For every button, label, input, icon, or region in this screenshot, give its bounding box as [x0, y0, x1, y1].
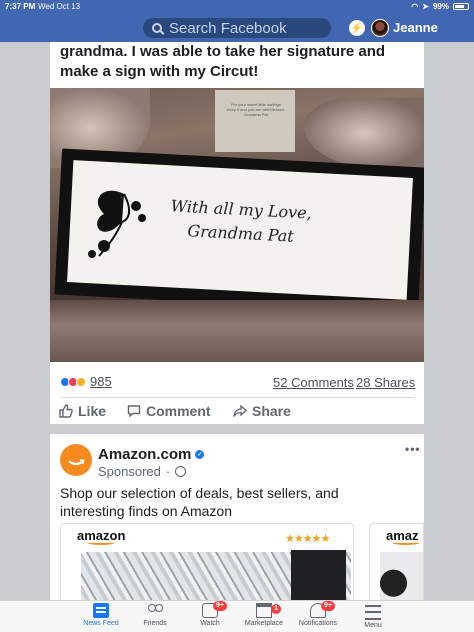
- tab-label: Watch: [200, 620, 220, 627]
- status-right: ◠ ➤ 99%: [411, 2, 469, 11]
- post-text: grandma. I was able to take her signatur…: [60, 43, 386, 80]
- comment-icon: [127, 405, 141, 418]
- status-date: Wed Oct 13: [38, 2, 81, 11]
- bell-icon: 9+: [310, 601, 335, 618]
- reaction-count[interactable]: 985: [90, 374, 112, 389]
- carousel-card[interactable]: amazon ★★★★★: [60, 523, 354, 604]
- bottom-tab-bar: News Feed Friends 9+ Watch 1 Marketplace…: [0, 600, 474, 632]
- share-label: Share: [252, 403, 291, 419]
- advertiser-name[interactable]: Amazon.com ✓: [98, 446, 205, 463]
- comment-button[interactable]: Comment: [127, 403, 211, 419]
- product-image: [380, 552, 423, 603]
- post-photo[interactable]: For your sweet little darlings Keep it a…: [50, 88, 424, 362]
- rating-stars: ★★★★★: [285, 533, 330, 545]
- search-input[interactable]: Search Facebook: [143, 18, 331, 38]
- divider: [60, 397, 414, 398]
- search-placeholder: Search Facebook: [169, 19, 287, 37]
- post-card: grandma. I was able to take her signatur…: [50, 42, 424, 424]
- tab-label: Menu: [364, 622, 382, 629]
- sponsored-label: Sponsored ·: [98, 464, 187, 479]
- tab-label: News Feed: [83, 620, 119, 627]
- carousel-card[interactable]: amaz: [369, 523, 424, 604]
- comment-label: Comment: [146, 403, 211, 419]
- notification-badge: 1: [271, 604, 281, 614]
- sponsored-post-card: Amazon.com ✓ Sponsored · ••• Shop our se…: [50, 434, 424, 604]
- like-button[interactable]: Like: [59, 403, 106, 419]
- search-icon: [152, 23, 162, 33]
- photo-blanket-right: [304, 98, 424, 168]
- tab-menu[interactable]: Menu: [341, 603, 405, 629]
- globe-icon: [175, 466, 187, 477]
- news-feed-icon: [93, 603, 109, 618]
- advertiser-name-text[interactable]: Amazon.com: [98, 446, 191, 463]
- battery-icon: [453, 3, 469, 10]
- comments-count-link[interactable]: 52 Comments: [273, 375, 354, 390]
- friends-icon: [147, 603, 163, 618]
- butterfly-icon: [88, 190, 146, 258]
- watch-icon: 9+: [202, 601, 227, 618]
- ad-text: Shop our selection of deals, best seller…: [60, 485, 339, 519]
- reaction-summary[interactable]: 985: [60, 374, 112, 389]
- shares-count-link[interactable]: 28 Shares: [356, 375, 415, 390]
- notification-badge: 9+: [321, 601, 335, 611]
- wifi-icon: ◠: [411, 2, 419, 11]
- amazon-smile-icon: [68, 459, 85, 466]
- marketplace-icon: 1: [256, 603, 281, 618]
- haha-reaction-icon: [76, 376, 86, 387]
- sponsored-text: Sponsored: [98, 464, 161, 479]
- tab-label: Friends: [143, 620, 167, 627]
- like-label: Like: [78, 403, 107, 419]
- photo-blanket-bottom: [50, 300, 424, 362]
- avatar[interactable]: [371, 19, 389, 37]
- thumbs-up-icon: [59, 404, 73, 418]
- amazon-smile-icon: [392, 540, 420, 545]
- top-app-bar: 7:37 PM Wed Oct 13 ◠ ➤ 99% Search Facebo…: [0, 0, 474, 42]
- photo-note-text: For your sweet little darlings Keep it a…: [226, 102, 286, 117]
- location-icon: ➤: [422, 2, 429, 11]
- share-button[interactable]: Share: [233, 403, 291, 419]
- more-options-button[interactable]: •••: [405, 442, 421, 456]
- messenger-icon[interactable]: ⚡: [349, 20, 365, 36]
- battery-percent: 99%: [432, 2, 449, 11]
- notification-badge: 9+: [213, 601, 227, 611]
- profile-name[interactable]: Jeanne: [393, 20, 438, 35]
- verified-badge-icon: ✓: [195, 450, 205, 459]
- tab-label: Marketplace: [244, 620, 284, 627]
- amazon-logo-avatar[interactable]: [60, 444, 92, 476]
- photo-note-card: [215, 90, 295, 152]
- hamburger-menu-icon: [365, 605, 381, 620]
- amazon-smile-icon: [87, 540, 115, 545]
- product-image-dark: [291, 550, 346, 603]
- status-time: 7:37 PM: [5, 2, 36, 11]
- status-bar: 7:37 PM Wed Oct 13 ◠ ➤ 99%: [5, 2, 469, 14]
- tab-label: Notifications: [298, 620, 338, 627]
- share-icon: [233, 404, 247, 417]
